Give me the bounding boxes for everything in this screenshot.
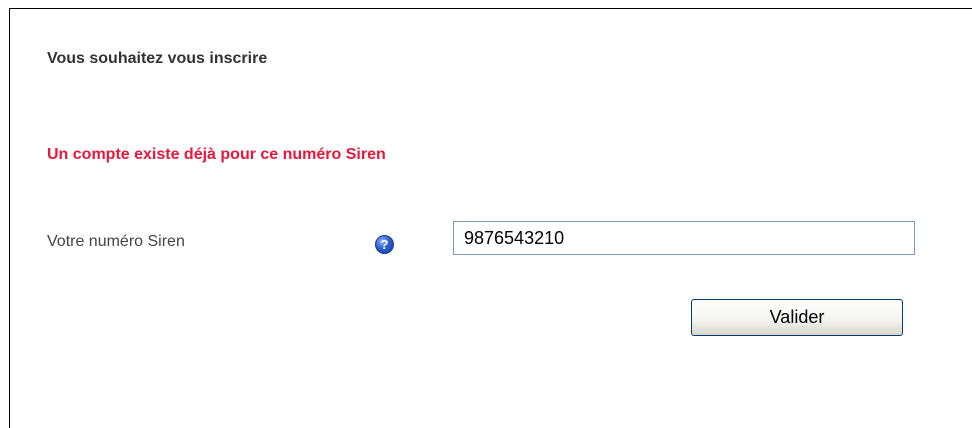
form-frame <box>9 8 972 428</box>
validate-button[interactable]: Valider <box>691 299 903 336</box>
form-title: Vous souhaitez vous inscrire <box>47 50 268 67</box>
siren-input[interactable] <box>453 221 915 255</box>
help-icon[interactable]: ? <box>375 235 394 254</box>
siren-label: Votre numéro Siren <box>47 233 185 250</box>
error-message: Un compte existe déjà pour ce numéro Sir… <box>47 146 386 163</box>
